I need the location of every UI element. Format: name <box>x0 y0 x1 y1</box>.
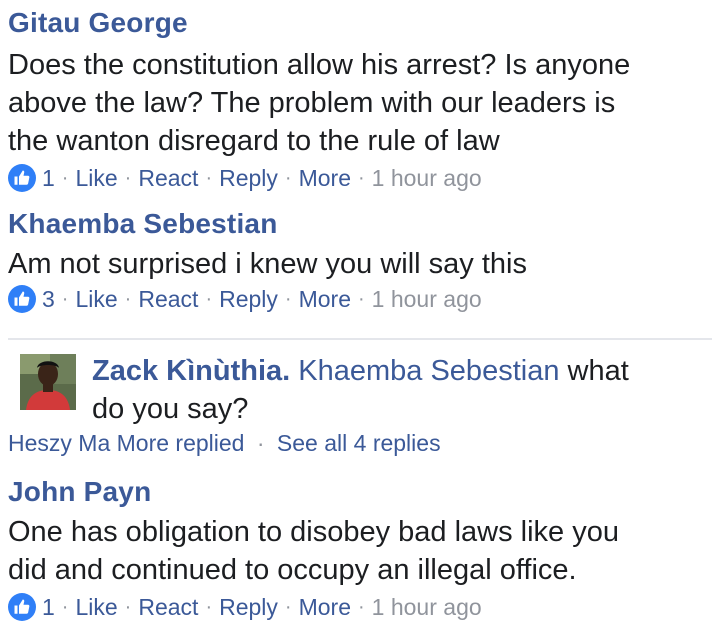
comment-author[interactable]: Khaemba Sebestian <box>8 207 712 241</box>
comment-author[interactable]: Gitau George <box>8 6 712 40</box>
comment-text-line: the wanton disregard to the rule of law <box>8 125 500 157</box>
more-button[interactable]: More <box>299 286 351 313</box>
like-button[interactable]: Like <box>75 165 117 192</box>
reply-preview[interactable]: Zack Kìnùthia. Khaemba Sebestian what do… <box>8 338 712 456</box>
timestamp[interactable]: 1 hour ago <box>372 594 482 621</box>
separator: · <box>61 166 69 189</box>
thumbs-up-icon[interactable] <box>8 593 36 621</box>
reply-button[interactable]: Reply <box>219 286 278 313</box>
like-count[interactable]: 3 <box>42 286 55 313</box>
comment-text-line: Does the constitution allow his arrest? … <box>8 49 631 81</box>
see-all-replies-link[interactable]: See all 4 replies <box>277 430 441 456</box>
comment-text: One has obligation to disobey bad laws l… <box>8 513 712 589</box>
separator: · <box>61 287 69 310</box>
like-button[interactable]: Like <box>75 286 117 313</box>
comment: John Payn One has obligation to disobey … <box>8 475 712 623</box>
react-button[interactable]: React <box>138 594 198 621</box>
separator: · <box>124 595 132 618</box>
like-count[interactable]: 1 <box>42 165 55 192</box>
like-button[interactable]: Like <box>75 594 117 621</box>
reply-text: Zack Kìnùthia. Khaemba Sebestian what do… <box>92 352 692 428</box>
reply-text-line: do you say? <box>92 393 249 425</box>
comment-text-line: did and continued to occupy an illegal o… <box>8 554 577 586</box>
separator: · <box>284 287 292 310</box>
separator: · <box>205 287 213 310</box>
comment-actions: 3 · Like · React · Reply · More · 1 hour… <box>8 283 712 315</box>
timestamp[interactable]: 1 hour ago <box>372 165 482 192</box>
comment-text-line: Am not surprised i knew you will say thi… <box>8 248 527 280</box>
separator: · <box>358 166 365 189</box>
timestamp[interactable]: 1 hour ago <box>372 286 482 313</box>
separator: · <box>256 430 265 456</box>
like-count[interactable]: 1 <box>42 594 55 621</box>
separator: · <box>124 287 132 310</box>
replies-summary: Heszy Ma More replied · See all 4 replie… <box>8 430 441 457</box>
reply-mention[interactable]: Khaemba Sebestian <box>298 355 559 387</box>
replied-by[interactable]: Heszy Ma More replied <box>8 430 244 456</box>
comment-text-line: above the law? The problem with our lead… <box>8 87 616 119</box>
more-button[interactable]: More <box>299 165 351 192</box>
comment-actions: 1 · Like · React · Reply · More · 1 hour… <box>8 591 712 623</box>
thumbs-up-icon[interactable] <box>8 285 36 313</box>
separator: · <box>205 595 213 618</box>
separator: · <box>205 166 213 189</box>
separator: · <box>358 287 365 310</box>
comment-author[interactable]: John Payn <box>8 475 712 509</box>
comment-text: Am not surprised i knew you will say thi… <box>8 245 712 283</box>
reply-button[interactable]: Reply <box>219 594 278 621</box>
react-button[interactable]: React <box>138 165 198 192</box>
comment-text: Does the constitution allow his arrest? … <box>8 46 712 160</box>
separator: · <box>358 595 365 618</box>
separator: · <box>124 166 132 189</box>
comment: Khaemba Sebestian Am not surprised i kne… <box>8 207 712 315</box>
comment-text-line: One has obligation to disobey bad laws l… <box>8 516 619 548</box>
user-avatar[interactable] <box>20 354 76 410</box>
comment-actions: 1 · Like · React · Reply · More · 1 hour… <box>8 162 712 194</box>
reply-text-tail: what <box>567 355 629 387</box>
react-button[interactable]: React <box>138 286 198 313</box>
reply-author[interactable]: Zack Kìnùthia. <box>92 355 290 387</box>
more-button[interactable]: More <box>299 594 351 621</box>
separator: · <box>61 595 69 618</box>
thumbs-up-icon[interactable] <box>8 164 36 192</box>
reply-button[interactable]: Reply <box>219 165 278 192</box>
separator: · <box>284 595 292 618</box>
comment: Gitau George Does the constitution allow… <box>8 6 712 194</box>
separator: · <box>284 166 292 189</box>
